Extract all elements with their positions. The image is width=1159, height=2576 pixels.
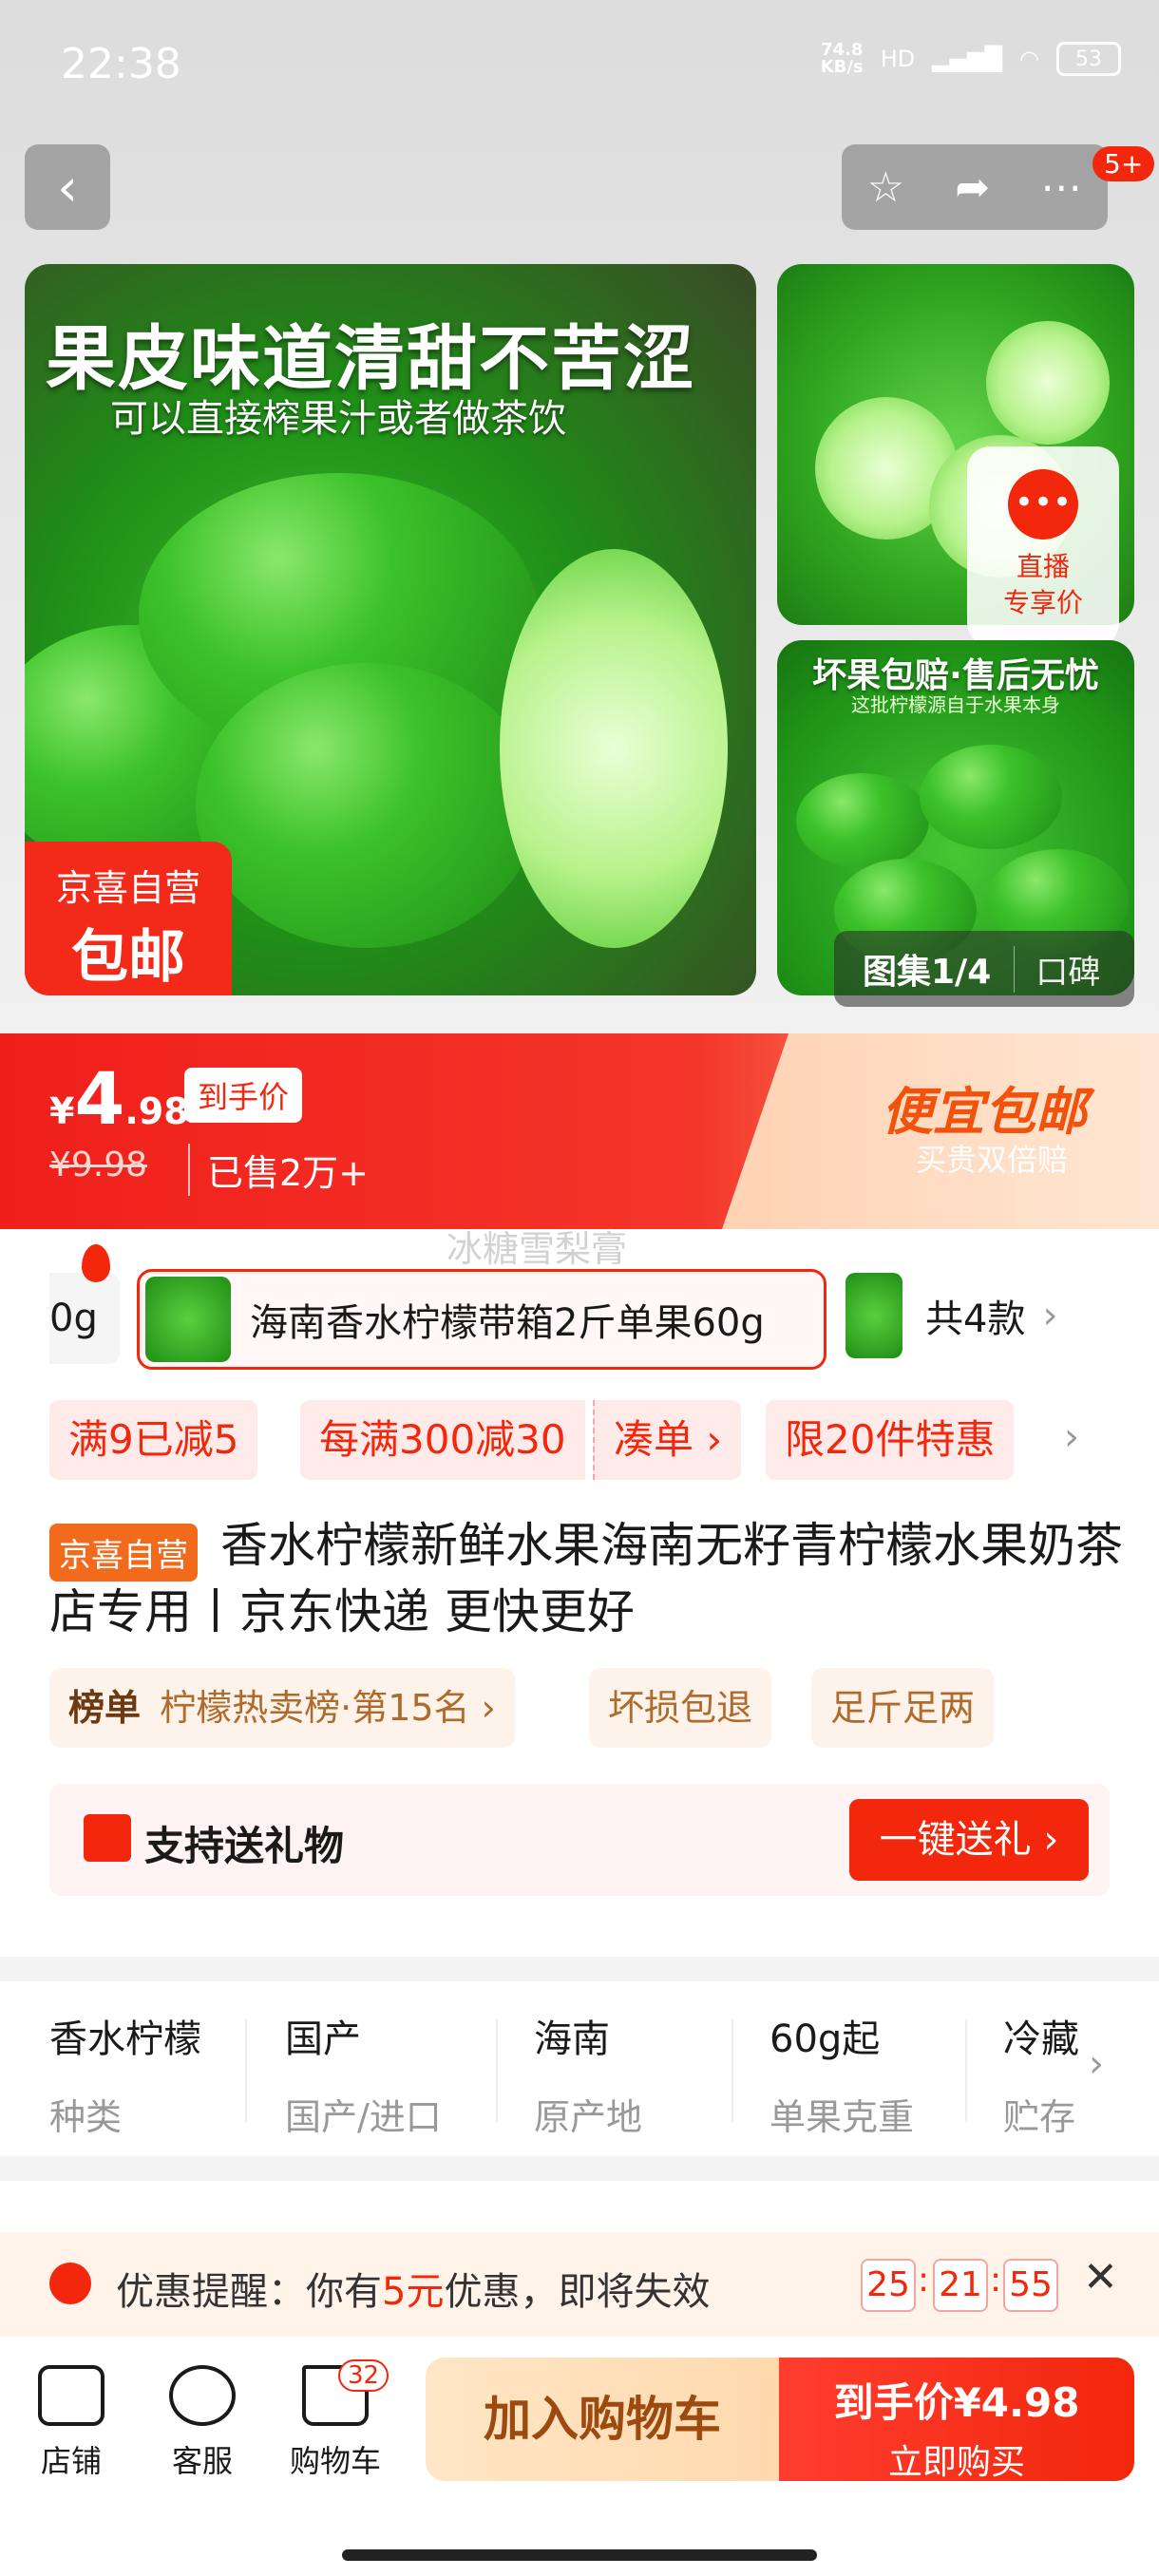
rank-text: 柠檬热卖榜·第15名 ›: [160, 1687, 496, 1729]
variant-selected[interactable]: 海南香水柠檬带箱2斤单果60g: [137, 1269, 826, 1370]
coupon-1[interactable]: 满9已减5: [49, 1400, 258, 1480]
attribute-divider: [965, 2019, 967, 2122]
chevron-right-icon: ›: [1042, 1294, 1058, 1337]
hd-label: HD: [880, 46, 916, 72]
original-price: ¥9.98: [49, 1146, 148, 1184]
top-actions: ☆ ➦ ⋯: [842, 144, 1108, 230]
promo-title: 便宜包邮: [882, 1082, 1087, 1142]
final-price-tag: 到手价: [184, 1068, 303, 1123]
thumb-subtitle: 这批柠檬源自于水果本身: [851, 693, 1060, 716]
attribute-item: 海南 原产地: [534, 2017, 643, 2138]
chevron-right-icon[interactable]: ›: [1064, 1415, 1079, 1459]
timer-hours: 25: [861, 2259, 916, 2312]
attribute-divider: [245, 2019, 247, 2122]
timer-colon: :: [990, 2261, 1002, 2300]
coupon-add-order[interactable]: 凑单 ›: [593, 1400, 742, 1480]
buy-now-button[interactable]: 到手价¥4.98 立即购买: [779, 2358, 1134, 2482]
sold-count: 已售2万+: [188, 1144, 369, 1196]
close-icon[interactable]: ✕: [1083, 2253, 1118, 2301]
back-icon: ‹: [57, 157, 78, 218]
rank-chip[interactable]: 榜单 柠檬热卖榜·第15名 ›: [49, 1668, 515, 1748]
variant-count: 共4款: [925, 1297, 1026, 1341]
guarantee-chip: 坏损包退: [589, 1668, 772, 1748]
self-operated-tag: 京喜自营 包邮: [25, 842, 232, 995]
attribute-item: 国产 国产/进口: [285, 2017, 442, 2138]
back-button[interactable]: ‹: [25, 144, 110, 230]
main-subline: 可以直接榨果汁或者做茶饮: [110, 397, 566, 441]
attribute-divider: [496, 2019, 498, 2122]
coupon-2[interactable]: 每满300减30: [300, 1400, 585, 1480]
attribute-item: 冷藏 贮存: [1003, 2017, 1079, 2138]
favorite-icon[interactable]: ☆: [867, 163, 904, 212]
store-button[interactable]: 店铺: [19, 2365, 124, 2481]
timer-minutes: 21: [933, 2259, 988, 2312]
more-icon[interactable]: ⋯: [1040, 163, 1082, 212]
notification-badge: 5+: [1092, 146, 1155, 181]
cart-count-badge: 32: [338, 2359, 390, 2392]
attribute-item: 香水柠檬 种类: [49, 2017, 201, 2138]
share-icon[interactable]: ➦: [955, 163, 990, 212]
gallery-pill[interactable]: 图集1/4 口碑: [834, 931, 1134, 1007]
signal-icon: ▂▄▆█: [932, 46, 1003, 72]
variant-thumbnail: [145, 1277, 231, 1362]
home-indicator[interactable]: [342, 2549, 817, 2561]
service-icon: [169, 2365, 236, 2426]
faded-text: 冰糖雪梨膏: [446, 1228, 628, 1270]
status-icons: 74.8 KB/s HD ▂▄▆█ ◠ 53: [821, 42, 1121, 76]
clock-icon: [49, 2263, 91, 2304]
wifi-icon: ◠: [1019, 46, 1039, 72]
hot-icon: [82, 1244, 110, 1282]
status-time: 22:38: [61, 40, 181, 88]
variant-label: 海南香水柠檬带箱2斤单果60g: [250, 1301, 765, 1345]
self-operated-badge: 京喜自营: [49, 1524, 198, 1582]
weight-chip: 足斤足两: [811, 1668, 995, 1748]
current-price: ¥4.98: [49, 1056, 189, 1141]
battery-icon: 53: [1056, 42, 1121, 76]
timer-seconds: 55: [1003, 2259, 1058, 2312]
service-button[interactable]: 客服: [150, 2365, 255, 2481]
variant-thumbnail: [846, 1273, 902, 1358]
reviews-tab[interactable]: 口碑: [1014, 945, 1100, 993]
variant-prev[interactable]: 0g: [49, 1273, 120, 1364]
rank-label: 榜单: [68, 1687, 142, 1729]
live-icon: •••: [1008, 469, 1078, 540]
gift-icon: [84, 1814, 131, 1862]
chevron-right-icon[interactable]: ›: [1089, 2042, 1104, 2086]
live-price-card[interactable]: ••• 直播 专享价: [967, 446, 1119, 646]
net-speed: 74.8 KB/s: [820, 40, 864, 77]
attribute-divider: [732, 2019, 733, 2122]
send-gift-button[interactable]: 一键送礼 ›: [849, 1799, 1089, 1881]
section-divider: [0, 1957, 1159, 1981]
reminder-text: 优惠提醒：你有5元优惠，即将失效: [116, 2270, 711, 2314]
variant-all[interactable]: 共4款 ›: [846, 1273, 1057, 1358]
store-icon: [38, 2365, 104, 2426]
timer-colon: :: [918, 2261, 930, 2300]
gift-label: 支持送礼物: [144, 1823, 345, 1869]
section-divider: [0, 2156, 1159, 2181]
attribute-item: 60g起 单果克重: [770, 2017, 915, 2138]
product-title: 香水柠檬新鲜水果海南无籽青柠檬水果奶茶店专用丨京东快递 更快更好: [49, 1518, 1123, 1639]
promo-subtitle: 买贵双倍赔: [916, 1142, 1069, 1178]
coupon-3[interactable]: 限20件特惠: [766, 1400, 1015, 1480]
gallery-count[interactable]: 图集1/4: [834, 944, 1014, 994]
add-to-cart-button[interactable]: 加入购物车: [426, 2358, 779, 2481]
